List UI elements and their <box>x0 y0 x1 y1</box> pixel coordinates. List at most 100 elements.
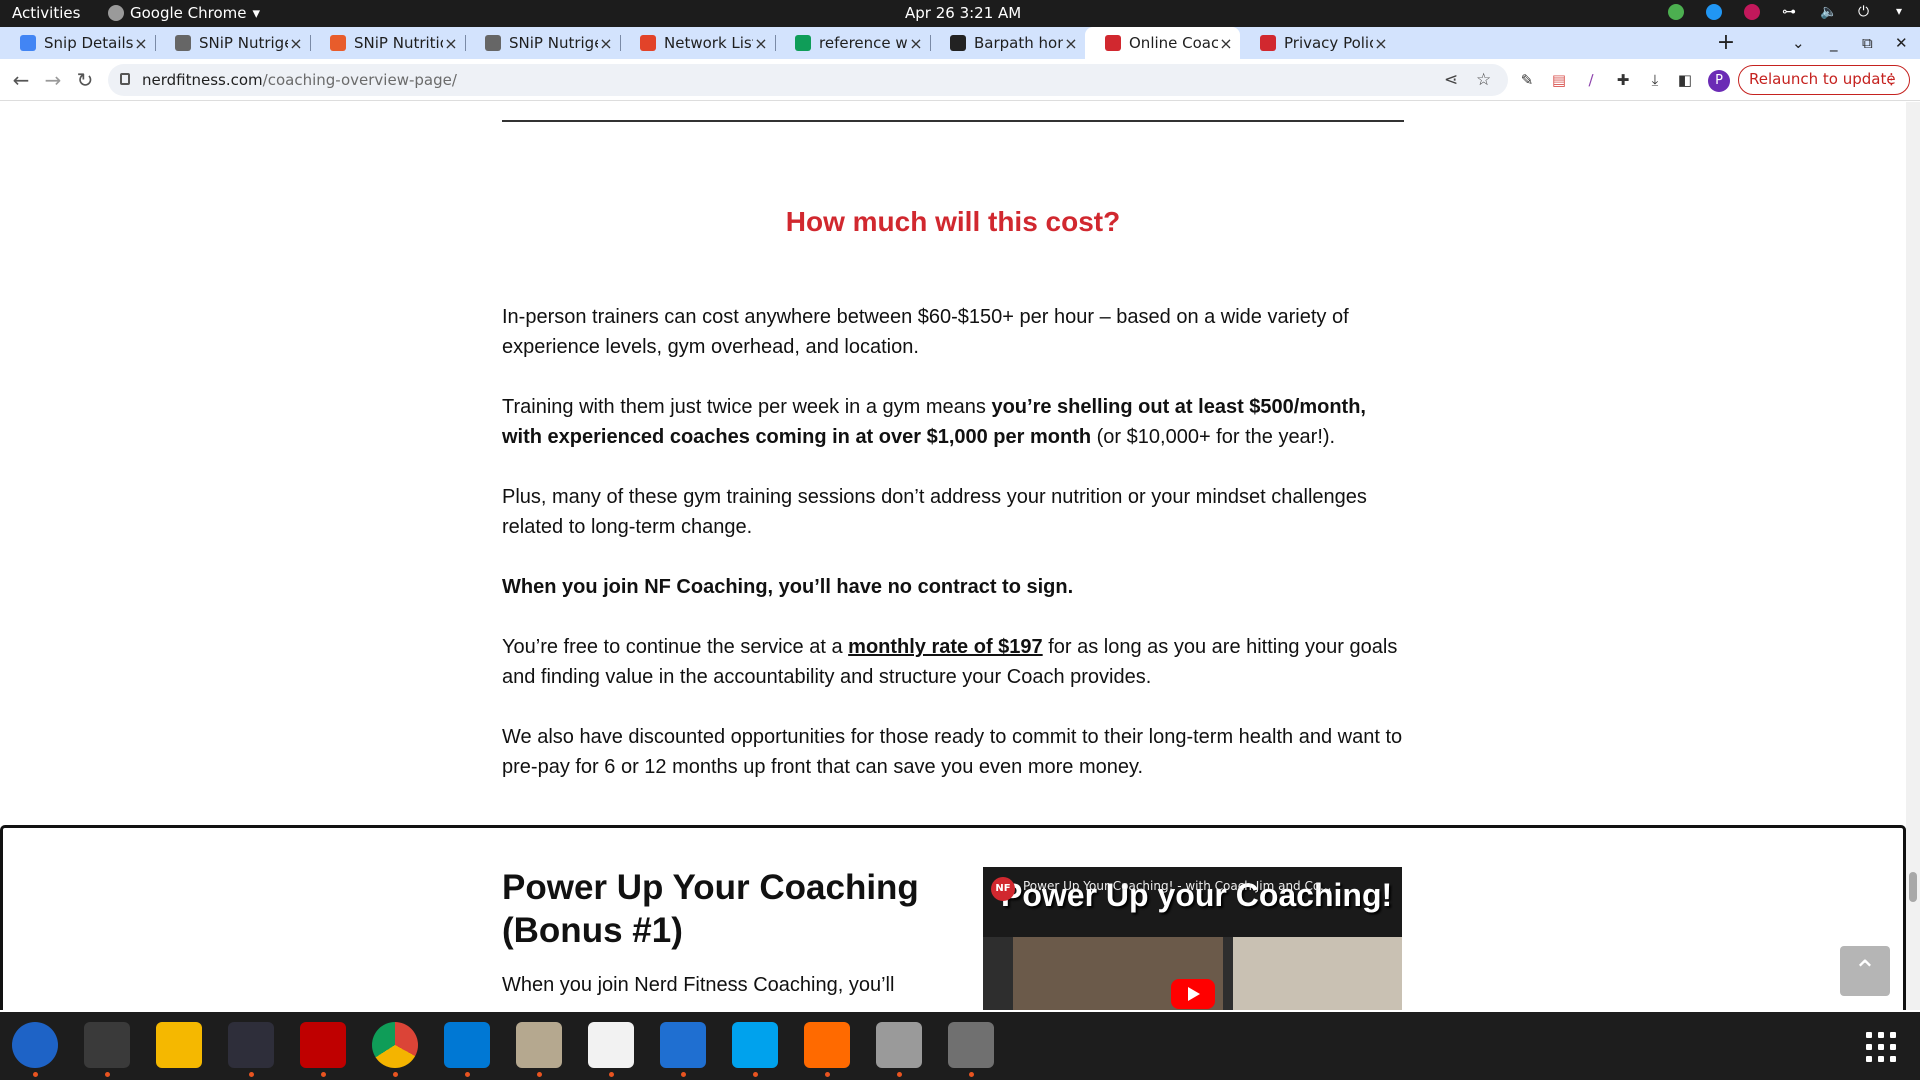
video-embed[interactable]: Power Up your Coaching! NF Power Up Your… <box>983 867 1402 1010</box>
url-domain: nerdfitness.com <box>142 71 263 89</box>
system-tray: ⊶ 🔈 ⏻ ▾ <box>1668 4 1906 20</box>
volume-icon[interactable]: 🔈 <box>1820 4 1837 20</box>
close-window-button[interactable]: ✕ <box>1895 27 1908 59</box>
tab-close-icon[interactable]: × <box>753 34 769 53</box>
share-icon[interactable]: ⋖ <box>1444 70 1458 90</box>
tab-search-button[interactable]: ⌄ <box>1792 27 1805 59</box>
eyedropper-extension-icon[interactable]: ✎ <box>1518 71 1536 89</box>
tab-separator <box>155 35 156 51</box>
bonus-title: Power Up Your Coaching (Bonus #1) <box>502 868 919 950</box>
bonus-section <box>0 825 1906 1010</box>
play-button-icon[interactable] <box>1171 979 1215 1009</box>
chrome-app-icon <box>108 5 124 21</box>
kebab-menu-icon[interactable]: ⋮ <box>1884 66 1899 93</box>
running-indicator <box>609 1072 614 1077</box>
tab-title: Network List to Ac <box>664 34 753 52</box>
disk-icon[interactable] <box>948 1022 994 1068</box>
tab-close-icon[interactable]: × <box>1373 34 1389 53</box>
forward-arrow-icon[interactable]: → <box>40 67 66 93</box>
tab-close-icon[interactable]: × <box>288 34 304 53</box>
tab-7[interactable]: Barpath home - Ba× <box>930 27 1085 59</box>
video-caption[interactable]: Power Up Your Coaching! - with Coach Jim… <box>1023 879 1331 893</box>
side-panel-icon[interactable]: ◧ <box>1676 71 1694 89</box>
back-arrow-icon[interactable]: ← <box>8 67 34 93</box>
document-viewer-icon[interactable] <box>660 1022 706 1068</box>
calculator-icon[interactable] <box>156 1022 202 1068</box>
page-scrollbar[interactable] <box>1906 102 1920 1010</box>
files-icon[interactable] <box>516 1022 562 1068</box>
chrome-icon[interactable] <box>372 1022 418 1068</box>
minimize-button[interactable]: _ <box>1830 27 1838 59</box>
tab-1[interactable]: Snip Details - Goo× <box>0 27 155 59</box>
pen-extension-icon[interactable]: ∕ <box>1582 71 1600 89</box>
extensions-puzzle-icon[interactable]: ✚ <box>1614 71 1632 89</box>
monthly-rate-link[interactable]: monthly rate of $197 <box>848 636 1043 658</box>
running-indicator <box>393 1072 398 1077</box>
tab-separator <box>930 35 931 51</box>
paragraph-nutrition: Plus, many of these gym training session… <box>502 486 1367 538</box>
maximize-button[interactable]: ⧉ <box>1862 27 1873 59</box>
web-page: How much will this cost? In-person train… <box>0 102 1906 1010</box>
terminal-icon[interactable] <box>84 1022 130 1068</box>
running-indicator <box>825 1072 830 1077</box>
tab-5[interactable]: Network List to Ac× <box>620 27 775 59</box>
green-tray-icon[interactable] <box>1668 4 1684 20</box>
blue-tray-icon[interactable] <box>1706 4 1722 20</box>
tab-title: SNiP Nutrigenomi <box>509 34 598 52</box>
app-menu[interactable]: Google Chrome ▾ <box>108 4 260 22</box>
relaunch-to-update-button[interactable]: Relaunch to update ⋮ <box>1738 65 1910 95</box>
tab-close-icon[interactable]: × <box>908 34 924 53</box>
tab-4[interactable]: SNiP Nutrigenomi× <box>465 27 620 59</box>
paragraph-monthly-rate: You’re free to continue the service at a… <box>502 632 1404 692</box>
running-indicator <box>681 1072 686 1077</box>
tab-2[interactable]: SNiP Nutrigenomi× <box>155 27 310 59</box>
nf-logo-icon[interactable]: NF <box>991 877 1015 901</box>
running-indicator <box>753 1072 758 1077</box>
scrollbar-thumb[interactable] <box>1909 872 1917 902</box>
tab-3[interactable]: SNiP Nutrition× <box>310 27 465 59</box>
tab-close-icon[interactable]: × <box>133 34 149 53</box>
tab-title: Snip Details - Goo <box>44 34 133 52</box>
tab-separator <box>465 35 466 51</box>
tab-close-icon[interactable]: × <box>443 34 459 53</box>
tab-favicon-icon <box>485 35 501 51</box>
running-indicator <box>321 1072 326 1077</box>
power-icon[interactable]: ⏻ <box>1858 4 1874 20</box>
tab-8[interactable]: Online Coaching: I× <box>1085 27 1240 59</box>
thunderbird-icon[interactable] <box>12 1022 58 1068</box>
image-viewer-icon[interactable] <box>876 1022 922 1068</box>
new-tab-button[interactable]: + <box>1712 27 1740 59</box>
text-editor-icon[interactable] <box>588 1022 634 1068</box>
running-indicator <box>465 1072 470 1077</box>
system-monitor-icon[interactable] <box>228 1022 274 1068</box>
clock[interactable]: Apr 26 3:21 AM <box>905 4 1021 22</box>
skype-icon[interactable] <box>732 1022 778 1068</box>
tab-title: Online Coaching: I <box>1129 34 1218 52</box>
caret-down-icon[interactable]: ▾ <box>1896 4 1906 20</box>
tab-close-icon[interactable]: × <box>1218 34 1234 53</box>
network-icon[interactable]: ⊶ <box>1782 4 1798 20</box>
show-applications-icon[interactable] <box>1866 1032 1896 1062</box>
firefox-dev-icon[interactable] <box>804 1022 850 1068</box>
activities-button[interactable]: Activities <box>12 4 80 22</box>
pink-tray-icon[interactable] <box>1744 4 1760 20</box>
tab-close-icon[interactable]: × <box>1063 34 1079 53</box>
bookmark-star-icon[interactable]: ☆ <box>1476 70 1491 90</box>
paragraph-training-cost: Training with them just twice per week i… <box>502 392 1404 452</box>
tab-9[interactable]: Privacy Policy× <box>1240 27 1395 59</box>
reload-icon[interactable]: ↻ <box>72 67 98 93</box>
tab-close-icon[interactable]: × <box>598 34 614 53</box>
url-text[interactable]: nerdfitness.com/coaching-overview-page/ <box>142 71 457 89</box>
tab-favicon-icon <box>1260 35 1276 51</box>
download-icon[interactable]: ⤓ <box>1646 71 1664 89</box>
address-bar[interactable]: nerdfitness.com/coaching-overview-page/ … <box>108 64 1508 96</box>
tab-6[interactable]: reference website× <box>775 27 930 59</box>
lock-icon[interactable] <box>120 73 130 85</box>
scroll-to-top-button[interactable]: ⌃ <box>1840 946 1890 996</box>
vscode-icon[interactable] <box>444 1022 490 1068</box>
calendar-extension-icon[interactable]: ▤ <box>1550 71 1568 89</box>
tab-title: Barpath home - Ba <box>974 34 1063 52</box>
filezilla-icon[interactable] <box>300 1022 346 1068</box>
p2-end: (or $10,000+ for the year!). <box>1091 426 1336 448</box>
profile-avatar[interactable]: P <box>1708 70 1730 92</box>
